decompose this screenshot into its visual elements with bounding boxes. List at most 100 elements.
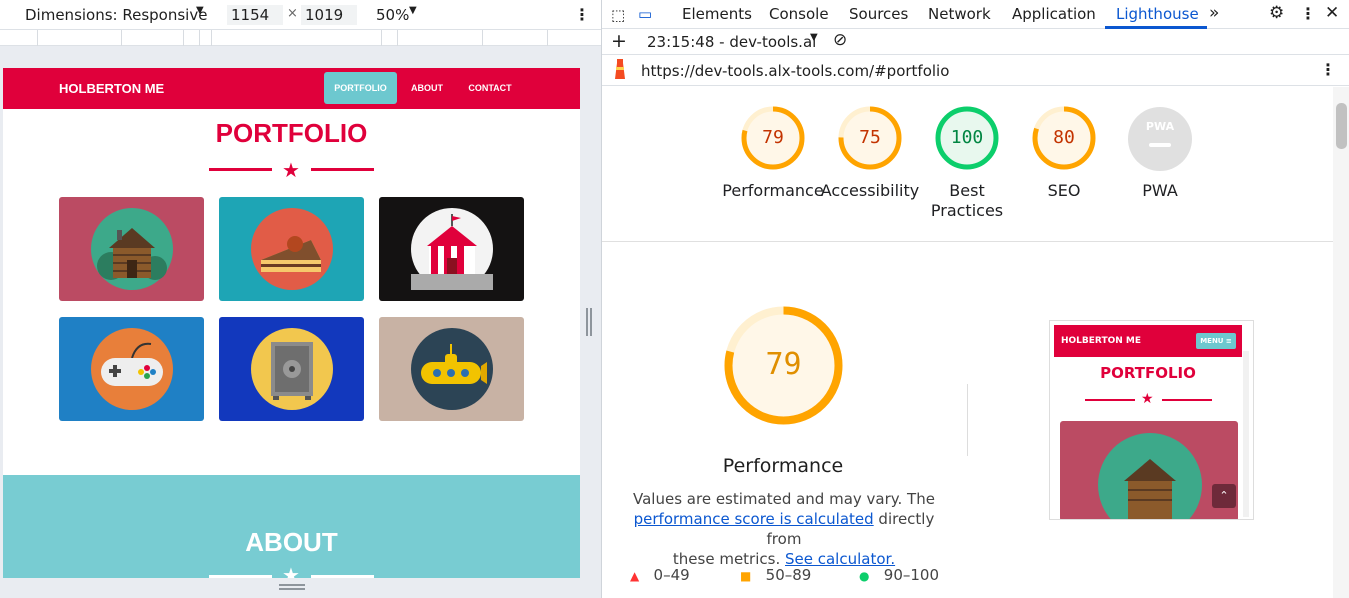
times-separator: × bbox=[287, 6, 298, 21]
height-input[interactable]: 1019 bbox=[301, 5, 357, 25]
nav-contact[interactable]: CONTACT bbox=[463, 72, 517, 104]
resize-handle-right[interactable] bbox=[586, 308, 592, 336]
gauge-best-practices[interactable]: 100 bbox=[934, 105, 1000, 175]
performance-description: Values are estimated and may vary. The p… bbox=[614, 489, 954, 569]
devtools-panel: ⬚ ▭ Elements Console Sources Network App… bbox=[601, 0, 1349, 598]
about-heading: ABOUT bbox=[245, 527, 338, 557]
more-options-icon[interactable]: ⋮ bbox=[574, 5, 590, 24]
more-options-icon[interactable]: ⋮ bbox=[1300, 4, 1316, 23]
final-screenshot-thumbnail[interactable]: HOLBERTON ME MENU ≡ PORTFOLIO ★ ⌃ bbox=[1049, 320, 1254, 520]
clear-reports-icon[interactable]: ⊘ bbox=[833, 30, 847, 50]
thumb-menu-button: MENU ≡ bbox=[1196, 333, 1236, 349]
portfolio-item-safe[interactable] bbox=[219, 317, 364, 421]
thumb-navbar: HOLBERTON ME MENU ≡ bbox=[1054, 325, 1242, 357]
legend-pass-label: 90–100 bbox=[883, 566, 940, 584]
close-devtools-icon[interactable]: ✕ bbox=[1325, 3, 1339, 23]
circle-icon: ● bbox=[859, 569, 870, 583]
report-url[interactable]: https://dev-tools.alx-tools.com/#portfol… bbox=[641, 62, 949, 80]
devtools-tabbar: ⬚ ▭ Elements Console Sources Network App… bbox=[602, 0, 1349, 29]
dimensions-dropdown[interactable]: Dimensions: Responsive bbox=[25, 6, 207, 24]
dropdown-arrow-icon[interactable]: ▼ bbox=[196, 5, 204, 16]
legend-fail: ▲ 0–49 bbox=[630, 566, 690, 584]
new-report-icon[interactable]: + bbox=[611, 30, 627, 52]
legend-fail-label: 0–49 bbox=[653, 566, 690, 584]
gauge-value: 100 bbox=[950, 127, 984, 148]
report-selector[interactable]: 23:15:48 - dev-tools.al bbox=[647, 33, 816, 51]
gauge-label: Accessibility bbox=[820, 181, 920, 200]
gauge-value: 79 bbox=[762, 127, 784, 148]
performance-gauge-large: 79 bbox=[723, 305, 844, 430]
gauge-seo[interactable]: 80 bbox=[1031, 105, 1097, 175]
tab-network[interactable]: Network bbox=[928, 5, 991, 23]
gauge-label: SEO bbox=[1047, 181, 1081, 200]
width-input[interactable]: 1154 bbox=[227, 5, 283, 25]
device-toolbar-icon[interactable]: ▭ bbox=[638, 5, 652, 23]
report-url-bar: https://dev-tools.alx-tools.com/#portfol… bbox=[602, 56, 1349, 86]
divider-line bbox=[311, 168, 374, 171]
lighthouse-toolbar: + 23:15:48 - dev-tools.al ▼ ⊘ bbox=[602, 29, 1349, 55]
media-query-ruler[interactable] bbox=[0, 30, 601, 46]
report-menu-icon[interactable]: ⋮ bbox=[1320, 60, 1336, 79]
nav-about[interactable]: ABOUT bbox=[407, 72, 447, 104]
cake-icon bbox=[251, 208, 333, 290]
gauge-value: 80 bbox=[1053, 127, 1075, 148]
portfolio-item-circus[interactable] bbox=[379, 197, 524, 301]
tab-sources[interactable]: Sources bbox=[849, 5, 908, 23]
tab-elements[interactable]: Elements bbox=[682, 5, 752, 23]
thumb-cabin-icon bbox=[1098, 433, 1202, 519]
emulated-site: HOLBERTON ME PORTFOLIO ABOUT CONTACT POR… bbox=[3, 68, 580, 578]
report-scrollbar[interactable] bbox=[1333, 87, 1349, 598]
divider-line bbox=[209, 168, 272, 171]
thumb-portfolio-tile: ⌃ bbox=[1060, 421, 1238, 519]
thumb-scrollbar bbox=[1243, 351, 1249, 517]
performance-title: Performance bbox=[722, 455, 844, 477]
tab-application[interactable]: Application bbox=[1012, 5, 1096, 23]
performance-score: 79 bbox=[765, 347, 802, 382]
tab-console[interactable]: Console bbox=[769, 5, 829, 23]
zoom-arrow-icon[interactable]: ▼ bbox=[409, 5, 417, 16]
cabin-icon bbox=[91, 208, 173, 290]
square-icon: ■ bbox=[740, 569, 752, 583]
site-brand[interactable]: HOLBERTON ME bbox=[59, 81, 164, 96]
portfolio-item-controller[interactable] bbox=[59, 317, 204, 421]
circus-tent-icon bbox=[411, 208, 493, 290]
zoom-dropdown[interactable]: 50% bbox=[376, 6, 409, 24]
divider-line bbox=[209, 575, 272, 578]
thumb-divider-line bbox=[1162, 399, 1212, 401]
legend-pass: ● 90–100 bbox=[859, 566, 939, 584]
section-separator bbox=[602, 241, 1333, 242]
site-navbar: HOLBERTON ME PORTFOLIO ABOUT CONTACT bbox=[3, 68, 580, 109]
thumb-star-icon: ★ bbox=[1141, 391, 1154, 407]
submarine-icon bbox=[411, 328, 493, 410]
portfolio-item-submarine[interactable] bbox=[379, 317, 524, 421]
scrollbar-thumb[interactable] bbox=[1336, 103, 1347, 149]
report-dropdown-icon[interactable]: ▼ bbox=[810, 32, 818, 43]
tab-lighthouse[interactable]: Lighthouse bbox=[1116, 5, 1199, 23]
gauge-label-line1: Best bbox=[949, 181, 985, 200]
gauge-pwa[interactable]: PWA bbox=[1128, 107, 1192, 175]
thumb-title: PORTFOLIO bbox=[1100, 364, 1196, 382]
portfolio-item-cabin[interactable] bbox=[59, 197, 204, 301]
vertical-divider bbox=[967, 384, 968, 456]
star-icon: ★ bbox=[282, 563, 300, 578]
device-pane: Dimensions: Responsive ▼ 1154 × 1019 50%… bbox=[0, 0, 601, 598]
nav-portfolio[interactable]: PORTFOLIO bbox=[324, 72, 397, 104]
portfolio-item-cake[interactable] bbox=[219, 197, 364, 301]
safe-icon bbox=[251, 328, 333, 410]
legend-average: ■ 50–89 bbox=[740, 566, 811, 584]
inspect-element-icon[interactable]: ⬚ bbox=[611, 6, 625, 24]
more-tabs-icon[interactable]: » bbox=[1209, 3, 1219, 23]
score-calculation-link[interactable]: performance score is calculated bbox=[634, 510, 874, 528]
resize-handle-bottom[interactable] bbox=[279, 584, 305, 590]
device-toolbar: Dimensions: Responsive ▼ 1154 × 1019 50%… bbox=[0, 0, 601, 30]
gauge-label: PWA bbox=[1142, 181, 1178, 200]
settings-gear-icon[interactable]: ⚙ bbox=[1269, 3, 1284, 23]
gauge-label: Performance bbox=[722, 181, 824, 200]
gauge-label: Best Practices bbox=[917, 181, 1017, 221]
gauge-performance[interactable]: 79 bbox=[740, 105, 806, 175]
portfolio-heading: PORTFOLIO bbox=[215, 118, 368, 148]
pwa-badge-text: PWA bbox=[1145, 120, 1175, 133]
scroll-top-icon: ⌃ bbox=[1212, 484, 1236, 508]
gauge-accessibility[interactable]: 75 bbox=[837, 105, 903, 175]
star-icon: ★ bbox=[282, 158, 300, 182]
